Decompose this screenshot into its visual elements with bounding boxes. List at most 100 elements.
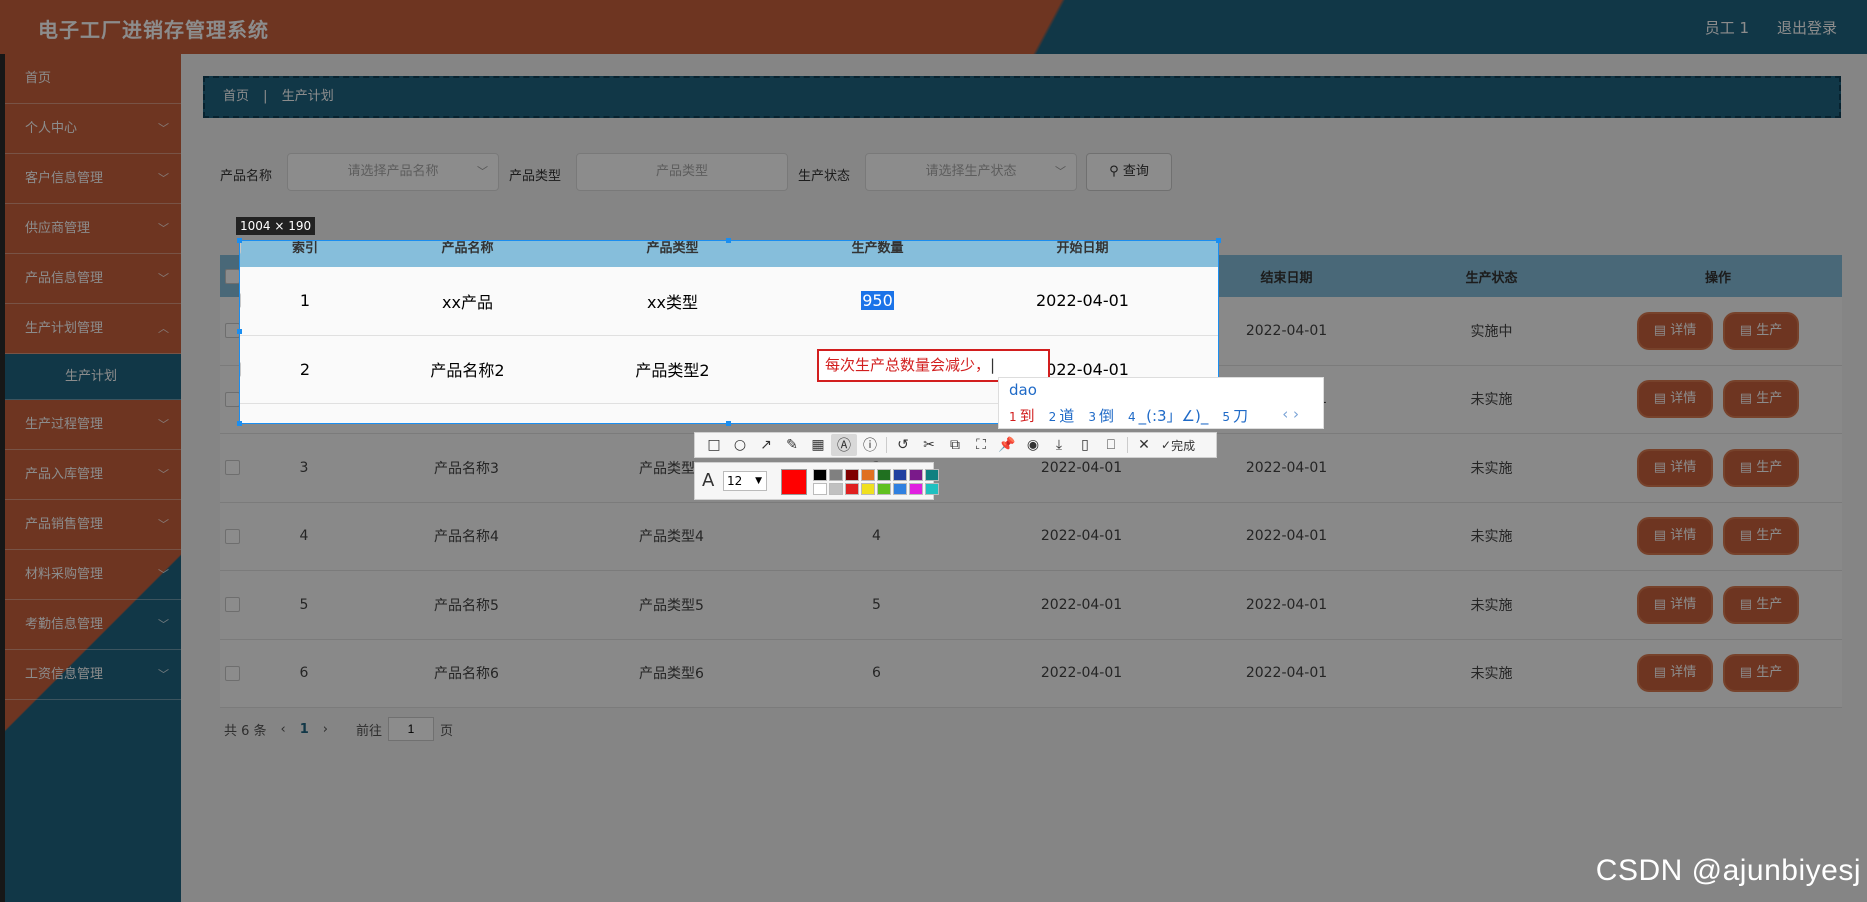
download-icon[interactable]: ⤓ (1046, 434, 1072, 456)
sidebar-item[interactable]: 供应商管理 ﹀ (5, 204, 181, 254)
color-swatch[interactable] (829, 469, 843, 481)
color-swatch[interactable] (829, 483, 843, 495)
current-user[interactable]: 员工 1 (1705, 17, 1749, 38)
sidebar-item[interactable]: 材料采购管理 ﹀ (5, 550, 181, 600)
color-swatch[interactable] (861, 483, 875, 495)
product-name-select[interactable]: 请选择产品名称 ﹀ (287, 153, 499, 191)
color-swatch[interactable] (845, 483, 859, 495)
sidebar-item[interactable]: 产品销售管理 ﹀ (5, 500, 181, 550)
resize-handle[interactable] (726, 238, 731, 243)
produce-button[interactable]: ▤ 生产 (1725, 519, 1797, 554)
bookmark-icon[interactable]: ⎕ (1098, 434, 1124, 456)
mosaic-icon[interactable]: ▦ (805, 434, 831, 456)
row-checkbox[interactable] (224, 597, 240, 613)
resize-handle[interactable] (237, 421, 242, 426)
produce-button[interactable]: ▤ 生产 (1725, 587, 1797, 622)
resize-handle[interactable] (726, 421, 731, 426)
sidebar-item[interactable]: 生产计划 (5, 354, 181, 400)
sidebar-item[interactable]: 考勤信息管理 ﹀ (5, 600, 181, 650)
prev-page-icon[interactable]: ‹ (281, 722, 286, 737)
erase-icon[interactable]: ✂ (916, 434, 942, 456)
color-swatch[interactable] (845, 469, 859, 481)
ime-candidate[interactable]: 1到 (1009, 405, 1035, 426)
detail-button[interactable]: ▤ 详情 (1639, 519, 1711, 554)
sidebar-item[interactable]: 客户信息管理 ﹀ (5, 154, 181, 204)
number-marker-icon[interactable]: ⓘ (857, 434, 883, 456)
color-swatch[interactable] (925, 483, 939, 495)
produce-button[interactable]: ▤ 生产 (1725, 382, 1797, 417)
color-swatch[interactable] (893, 483, 907, 495)
color-swatch[interactable] (909, 483, 923, 495)
color-swatch[interactable] (861, 469, 875, 481)
ime-candidate[interactable]: 3倒 (1088, 405, 1114, 426)
breadcrumb-home[interactable]: 首页 (223, 89, 249, 104)
record-icon[interactable]: ◉ (1020, 434, 1046, 456)
row-checkbox[interactable] (224, 460, 240, 476)
row-checkbox[interactable] (224, 528, 240, 544)
rectangle-icon[interactable]: □ (701, 434, 727, 456)
color-swatch[interactable] (877, 483, 891, 495)
sidebar-item[interactable]: 产品信息管理 ﹀ (5, 254, 181, 304)
detail-button[interactable]: ▤ 详情 (1639, 382, 1711, 417)
done-button[interactable]: ✓ 完成 (1161, 437, 1195, 454)
translate-icon[interactable]: ⧉ (942, 434, 968, 456)
ellipse-icon[interactable]: ○ (727, 434, 753, 456)
resize-handle[interactable] (1216, 238, 1221, 243)
font-size-select[interactable]: 12 ▼ (723, 471, 767, 491)
ime-candidate[interactable]: 4 _(:3」∠)_ (1128, 405, 1208, 426)
undo-icon[interactable]: ↺ (890, 434, 916, 456)
sidebar-item[interactable]: 工资信息管理 ﹀ (5, 650, 181, 700)
ime-candidate[interactable]: 5刀 (1222, 405, 1248, 426)
color-swatch[interactable] (893, 469, 907, 481)
sidebar-item[interactable]: 生产计划管理 ︿ (5, 304, 181, 354)
detail-button[interactable]: ▤ 详情 (1639, 656, 1711, 691)
cell-end-value: 2022-04-01 (1245, 596, 1328, 613)
pen-icon[interactable]: ✎ (779, 434, 805, 456)
long-screenshot-icon[interactable]: ⛶ (968, 434, 994, 456)
resize-handle[interactable] (237, 329, 242, 334)
produce-button[interactable]: ▤ 生产 (1725, 450, 1797, 485)
produce-icon: ▤ (1739, 391, 1757, 407)
color-swatch[interactable] (813, 469, 827, 481)
next-page-icon[interactable]: › (323, 722, 328, 737)
pagination-total: 共 6 条 (224, 723, 267, 739)
app-header: 电子工厂进销存管理系统 员工 1 退出登录 (0, 0, 1867, 54)
resize-handle[interactable] (237, 238, 242, 243)
pin-icon[interactable]: 📌 (994, 434, 1020, 456)
ime-page-arrows[interactable]: ‹ › (1282, 405, 1299, 423)
current-color-swatch[interactable] (781, 469, 807, 495)
product-name-placeholder: 请选择产品名称 (347, 164, 439, 179)
color-swatch[interactable] (813, 483, 827, 495)
sidebar-item-label: 供应商管理 (25, 221, 91, 236)
row-checkbox[interactable] (224, 665, 240, 681)
close-icon[interactable]: ✕ (1131, 434, 1157, 456)
sidebar-item[interactable]: 生产过程管理 ﹀ (5, 400, 181, 450)
color-swatch[interactable] (925, 469, 939, 481)
status-select[interactable]: 请选择生产状态 ﹀ (865, 153, 1077, 191)
row-checkbox[interactable] (240, 293, 241, 309)
goto-page-input[interactable] (388, 717, 435, 741)
text-tool-icon[interactable]: Ⓐ (831, 434, 857, 456)
color-swatch[interactable] (909, 469, 923, 481)
arrow-icon[interactable]: ↗ (753, 434, 779, 456)
detail-button[interactable]: ▤ 详情 (1639, 313, 1711, 348)
row-checkbox[interactable] (224, 391, 240, 407)
sidebar-item[interactable]: 个人中心 ﹀ (5, 104, 181, 154)
ime-candidate[interactable]: 2道 (1049, 405, 1075, 426)
save-icon[interactable]: ▯ (1072, 434, 1098, 456)
page-number[interactable]: 1 (300, 722, 309, 737)
query-button[interactable]: ⚲ 查询 (1086, 153, 1172, 191)
row-checkbox[interactable] (240, 361, 241, 377)
color-swatch[interactable] (877, 469, 891, 481)
cell-qty: 950 (775, 267, 980, 335)
logout-link[interactable]: 退出登录 (1777, 17, 1837, 38)
produce-button[interactable]: ▤ 生产 (1725, 313, 1797, 348)
detail-button[interactable]: ▤ 详情 (1639, 450, 1711, 485)
product-type-input[interactable]: 产品类型 (576, 153, 788, 191)
cell-type: 产品类型6 (569, 640, 774, 708)
sidebar-item[interactable]: 首页 (5, 54, 181, 104)
select-all-checkbox[interactable] (224, 268, 240, 284)
produce-button[interactable]: ▤ 生产 (1725, 656, 1797, 691)
sidebar-item[interactable]: 产品入库管理 ﹀ (5, 450, 181, 500)
detail-button[interactable]: ▤ 详情 (1639, 587, 1711, 622)
